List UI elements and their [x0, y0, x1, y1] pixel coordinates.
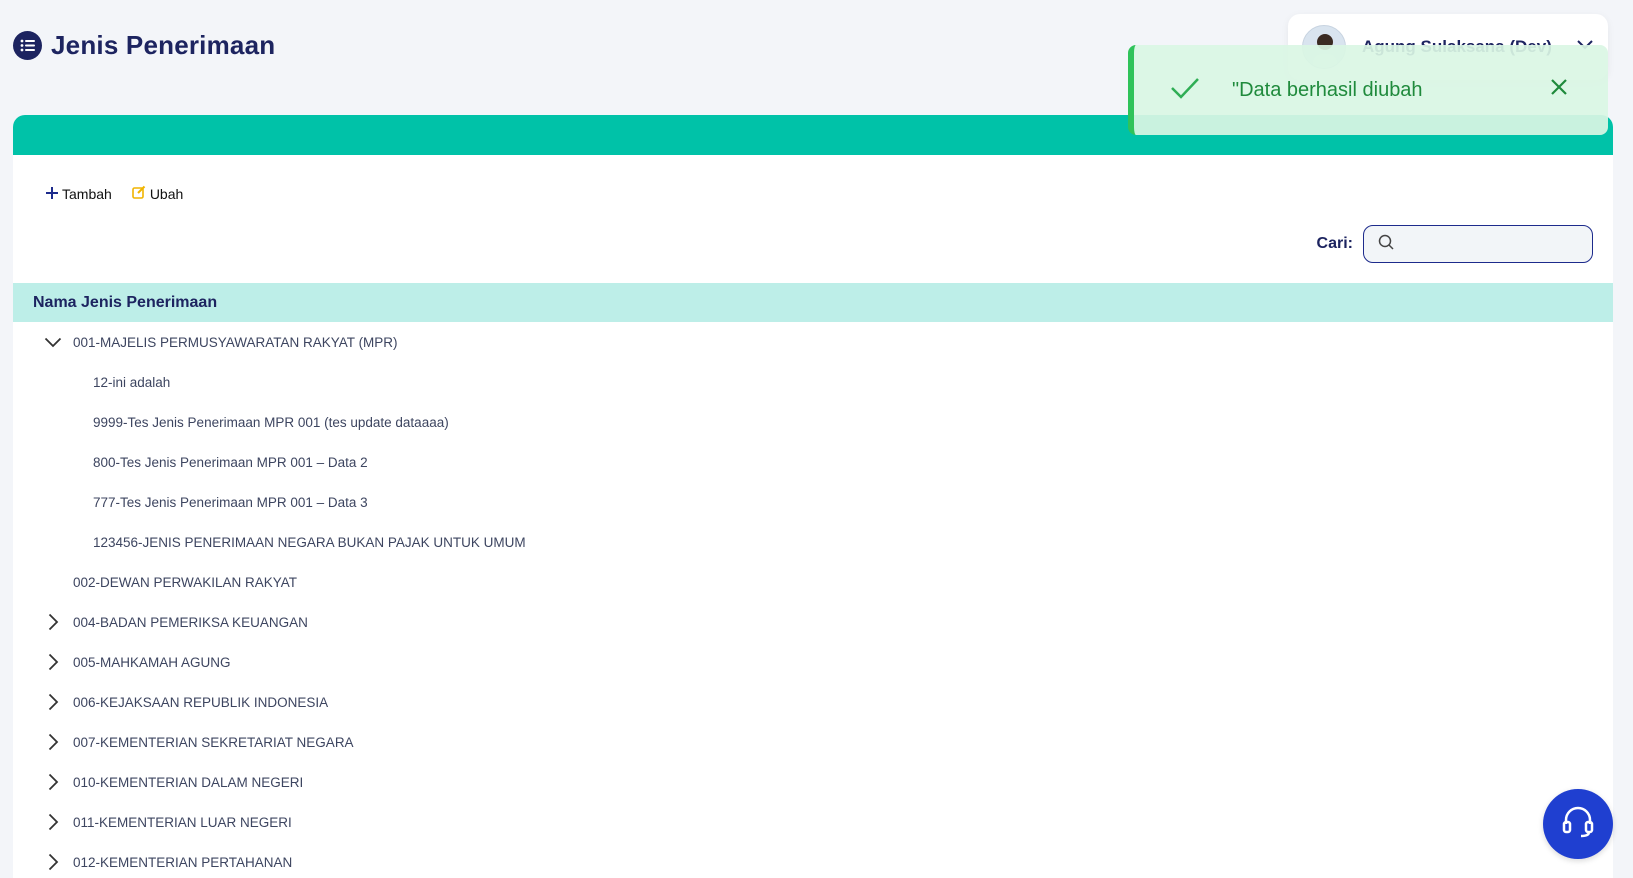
tree-row[interactable]: 011-KEMENTERIAN LUAR NEGERI: [13, 802, 1613, 842]
column-header: Nama Jenis Penerimaan: [13, 283, 1613, 322]
tree-row-label: 011-KEMENTERIAN LUAR NEGERI: [73, 814, 292, 830]
toolbar: Tambah Ubah: [46, 185, 183, 202]
chevron-right-icon[interactable]: [43, 612, 63, 632]
tree-row[interactable]: 012-KEMENTERIAN PERTAHANAN: [13, 842, 1613, 878]
plus-icon: [46, 186, 58, 202]
chevron-right-icon[interactable]: [43, 732, 63, 752]
chevron-right-icon[interactable]: [43, 812, 63, 832]
tree-row[interactable]: 800-Tes Jenis Penerimaan MPR 001 – Data …: [13, 442, 1613, 482]
tree-row[interactable]: 010-KEMENTERIAN DALAM NEGERI: [13, 762, 1613, 802]
chevron-right-icon[interactable]: [43, 772, 63, 792]
toast-message: "Data berhasil diubah: [1232, 78, 1423, 101]
tree-row-label: 12-ini adalah: [93, 374, 171, 390]
list-icon: [13, 31, 42, 60]
edit-button-label: Ubah: [149, 185, 184, 202]
search-icon: [1378, 234, 1394, 255]
tree-row-label: 9999-Tes Jenis Penerimaan MPR 001 (tes u…: [93, 414, 449, 430]
chevron-down-icon[interactable]: [43, 332, 63, 352]
search-box[interactable]: [1363, 225, 1593, 263]
tree-row[interactable]: 004-BADAN PEMERIKSA KEUANGAN: [13, 602, 1613, 642]
tree-row-label: 010-KEMENTERIAN DALAM NEGERI: [73, 774, 304, 790]
tree-row-label: 800-Tes Jenis Penerimaan MPR 001 – Data …: [93, 454, 368, 470]
edit-icon: [132, 185, 146, 202]
tree-row-label: 123456-JENIS PENERIMAAN NEGARA BUKAN PAJ…: [93, 534, 526, 550]
tree-row-label: 004-BADAN PEMERIKSA KEUANGAN: [73, 614, 308, 630]
close-icon[interactable]: [1550, 78, 1568, 101]
chevron-right-icon[interactable]: [43, 652, 63, 672]
tree-row[interactable]: 005-MAHKAMAH AGUNG: [13, 642, 1613, 682]
tree-row[interactable]: 007-KEMENTERIAN SEKRETARIAT NEGARA: [13, 722, 1613, 762]
search-area: Cari:: [1317, 225, 1593, 263]
page-header: Jenis Penerimaan: [13, 30, 275, 61]
tree-row-label: 002-DEWAN PERWAKILAN RAKYAT: [73, 574, 298, 590]
page-title: Jenis Penerimaan: [51, 30, 276, 60]
search-input[interactable]: [1402, 236, 1582, 252]
add-button-label: Tambah: [62, 185, 112, 202]
tree-row[interactable]: 002-DEWAN PERWAKILAN RAKYAT: [13, 562, 1613, 602]
tree-row-label: 012-KEMENTERIAN PERTAHANAN: [73, 854, 293, 870]
search-label: Cari:: [1316, 235, 1353, 252]
success-toast: "Data berhasil diubah: [1128, 45, 1608, 135]
edit-button[interactable]: Ubah: [132, 185, 183, 202]
tree-row[interactable]: 9999-Tes Jenis Penerimaan MPR 001 (tes u…: [13, 402, 1613, 442]
tree-row[interactable]: 123456-JENIS PENERIMAAN NEGARA BUKAN PAJ…: [13, 522, 1613, 562]
headset-icon: [1559, 803, 1597, 846]
content-panel: Tambah Ubah Cari: Nama Jenis Penerimaan: [13, 115, 1613, 878]
check-icon: [1170, 77, 1200, 104]
tree-row-label: 006-KEJAKSAAN REPUBLIK INDONESIA: [73, 694, 329, 710]
tree-row-label: 005-MAHKAMAH AGUNG: [73, 654, 231, 670]
chevron-right-icon[interactable]: [43, 692, 63, 712]
tree-list: 001-MAJELIS PERMUSYAWARATAN RAKYAT (MPR)…: [13, 322, 1613, 878]
tree-row[interactable]: 12-ini adalah: [13, 362, 1613, 402]
tree-row-label: 777-Tes Jenis Penerimaan MPR 001 – Data …: [93, 494, 368, 510]
support-button[interactable]: [1543, 789, 1613, 859]
tree-row-label: 007-KEMENTERIAN SEKRETARIAT NEGARA: [73, 734, 354, 750]
chevron-right-icon[interactable]: [43, 852, 63, 872]
tree-row-label: 001-MAJELIS PERMUSYAWARATAN RAKYAT (MPR): [73, 334, 398, 350]
add-button[interactable]: Tambah: [46, 186, 112, 202]
tree-row[interactable]: 001-MAJELIS PERMUSYAWARATAN RAKYAT (MPR): [13, 322, 1613, 362]
tree-row[interactable]: 777-Tes Jenis Penerimaan MPR 001 – Data …: [13, 482, 1613, 522]
tree-row[interactable]: 006-KEJAKSAAN REPUBLIK INDONESIA: [13, 682, 1613, 722]
